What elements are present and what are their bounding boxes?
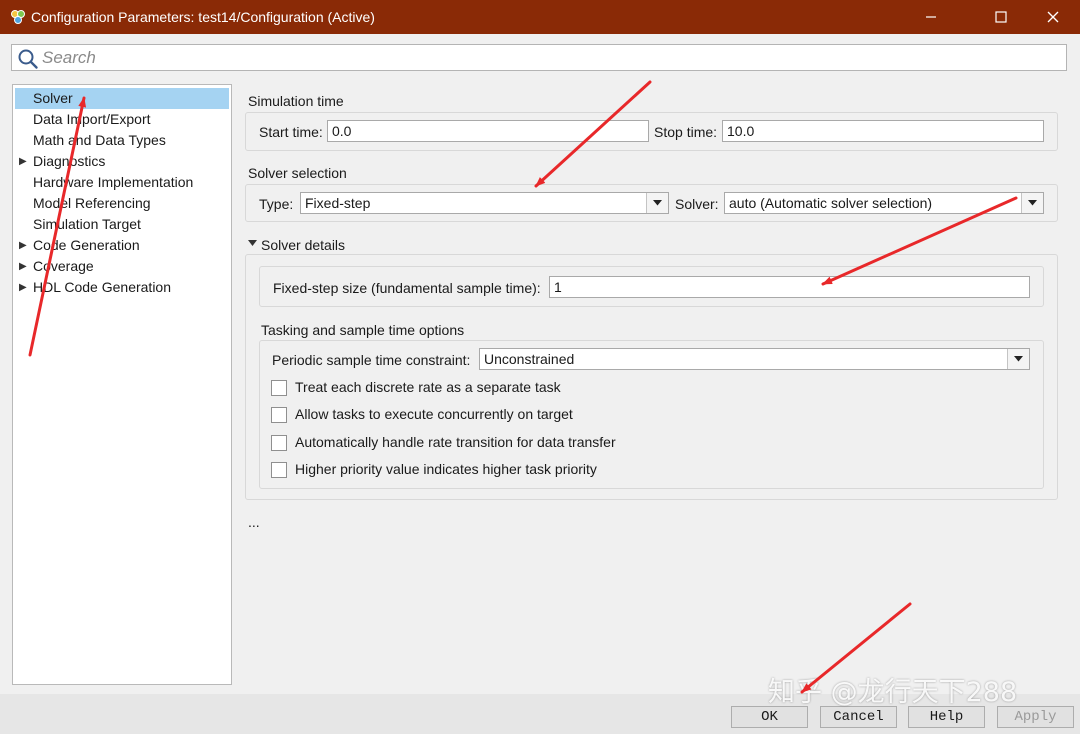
help-button[interactable]: Help [908,706,985,728]
dropdown-button[interactable] [1007,349,1029,369]
solver-details-heading: Solver details [261,237,346,253]
nav-item-label: Math and Data Types [33,132,166,148]
search-input[interactable] [42,47,1052,68]
nav-item-hdl-code-generation[interactable]: ▶ HDL Code Generation [15,277,229,298]
nav-item-label: Model Referencing [33,195,151,211]
nav-item-solver[interactable]: Solver [15,88,229,109]
expand-arrow-icon[interactable]: ▶ [19,151,27,172]
nav-item-label: Solver [33,90,73,106]
checkbox[interactable] [271,435,287,451]
close-icon [1047,11,1059,23]
checkbox-label: Allow tasks to execute concurrently on t… [295,406,573,422]
nav-item-data-import-export[interactable]: Data Import/Export [15,109,229,130]
checkbox-label: Higher priority value indicates higher t… [295,461,597,477]
solver-selection-heading: Solver selection [248,165,347,181]
expand-arrow-icon[interactable]: ▶ [19,256,27,277]
nav-item-simulation-target[interactable]: Simulation Target [15,214,229,235]
nav-item-diagnostics[interactable]: ▶ Diagnostics [15,151,229,172]
expand-arrow-icon[interactable]: ▶ [19,235,27,256]
nav-item-label: HDL Code Generation [33,279,172,295]
minimize-icon [926,16,936,18]
nav-item-label: Data Import/Export [33,111,151,127]
dropdown-button[interactable] [646,193,668,213]
periodic-constraint-value: Unconstrained [484,351,575,367]
periodic-constraint-select[interactable]: Unconstrained [479,348,1030,370]
nav-item-code-generation[interactable]: ▶ Code Generation [15,235,229,256]
dropdown-button[interactable] [1021,193,1043,213]
stop-time-input[interactable]: 10.0 [722,120,1044,142]
ok-button[interactable]: OK [731,706,808,728]
fixed-step-size-label: Fixed-step size (fundamental sample time… [273,280,541,296]
maximize-button[interactable] [978,0,1024,34]
nav-item-label: Diagnostics [33,153,106,169]
more-options-link[interactable]: ... [248,514,260,530]
start-time-input[interactable]: 0.0 [327,120,649,142]
chevron-down-icon [1028,200,1037,206]
search-icon [18,49,38,69]
apply-button[interactable]: Apply [997,706,1074,728]
nav-item-coverage[interactable]: ▶ Coverage [15,256,229,277]
tasking-heading: Tasking and sample time options [261,322,465,338]
solver-value: auto (Automatic solver selection) [729,195,933,211]
checkbox[interactable] [271,407,287,423]
expand-arrow-icon[interactable]: ▶ [19,277,27,298]
type-label: Type: [259,196,294,212]
checkbox-label: Automatically handle rate transition for… [295,434,616,450]
nav-item-label: Coverage [33,258,94,274]
nav-item-label: Hardware Implementation [33,174,194,190]
solver-select[interactable]: auto (Automatic solver selection) [724,192,1044,214]
nav-item-label: Simulation Target [33,216,141,232]
close-button[interactable] [1030,0,1076,34]
nav-item-math-and-data-types[interactable]: Math and Data Types [15,130,229,151]
watermark: 知乎 @龙行天下288 [768,677,1018,708]
chevron-down-icon [653,200,662,206]
category-tree: Solver Data Import/Export Math and Data … [12,84,232,685]
periodic-constraint-label: Periodic sample time constraint: [272,352,471,368]
solver-type-value: Fixed-step [305,195,371,211]
nav-item-hardware-implementation[interactable]: Hardware Implementation [15,172,229,193]
stop-time-label: Stop time: [654,124,718,140]
chevron-down-icon [1014,356,1023,362]
solver-type-select[interactable]: Fixed-step [300,192,669,214]
window-title: Configuration Parameters: test14/Configu… [31,9,375,25]
nav-item-model-referencing[interactable]: Model Referencing [15,193,229,214]
nav-item-label: Code Generation [33,237,140,253]
checkbox[interactable] [271,380,287,396]
simulink-app-icon [11,10,25,24]
solver-label: Solver: [675,196,719,212]
search-box[interactable] [11,44,1067,71]
title-bar: Configuration Parameters: test14/Configu… [0,0,1080,34]
checkbox[interactable] [271,462,287,478]
cancel-button[interactable]: Cancel [820,706,897,728]
fixed-step-size-input[interactable]: 1 [549,276,1030,298]
simulation-time-heading: Simulation time [248,93,344,109]
minimize-button[interactable] [908,0,954,34]
start-time-label: Start time: [259,124,323,140]
collapse-arrow-icon[interactable] [248,240,257,247]
checkbox-label: Treat each discrete rate as a separate t… [295,379,561,395]
maximize-icon [995,11,1007,23]
